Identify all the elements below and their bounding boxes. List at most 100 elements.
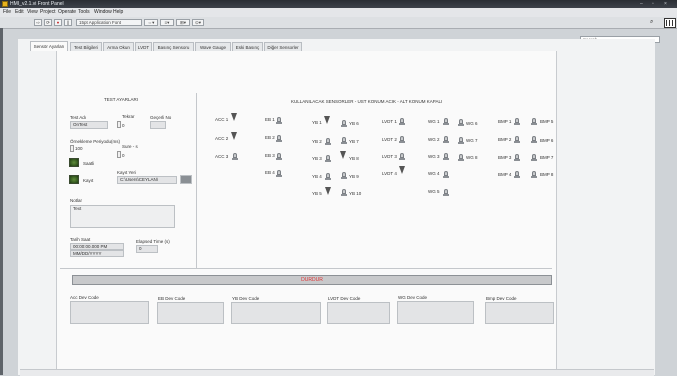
menu-edit[interactable]: Edit <box>15 9 24 16</box>
notlar-textarea[interactable]: Text <box>70 205 175 228</box>
gecerli-no-label: Geçerli No <box>150 115 172 120</box>
tab-test-bilgileri[interactable]: Test Bilgileri <box>70 42 102 51</box>
bmp-4-switch[interactable] <box>514 171 520 178</box>
acc-1-switch[interactable] <box>231 113 237 121</box>
search-icon[interactable]: ⌕ <box>650 19 653 26</box>
yb-2-switch[interactable] <box>325 138 331 145</box>
bmp-6-switch[interactable] <box>531 136 537 143</box>
wg-5-switch[interactable] <box>443 189 449 196</box>
close-button[interactable]: × <box>664 1 667 7</box>
saatli-led[interactable] <box>69 158 79 167</box>
tab-basinc-sensoru[interactable]: Basınç Sensoru <box>153 42 194 51</box>
tab-arma-okun[interactable]: Arma Okun <box>103 42 134 51</box>
bmp-1-switch[interactable] <box>514 118 520 125</box>
acc-2-switch[interactable] <box>231 132 237 140</box>
maximize-button[interactable]: ▫ <box>652 1 654 7</box>
sure-spinner[interactable] <box>117 151 121 158</box>
resize-icon[interactable]: ⊞▾ <box>176 19 190 26</box>
yb-1-switch[interactable] <box>324 116 330 124</box>
bmp-8-switch[interactable] <box>531 171 537 178</box>
eb-3-label: EB 3 <box>265 153 275 158</box>
kayit-yeri-path[interactable]: C:\Users\CEYLAN\ <box>117 176 177 184</box>
tekrar-value[interactable]: 0 <box>122 123 125 128</box>
wg-4-switch[interactable] <box>443 171 449 178</box>
bmp-3-switch[interactable] <box>514 154 520 161</box>
lvdt-2-switch[interactable] <box>399 136 405 143</box>
yb-8-switch[interactable] <box>340 151 346 159</box>
sure-value[interactable]: 0 <box>122 153 125 158</box>
app-icon <box>2 1 8 7</box>
wg-6-switch[interactable] <box>458 119 464 126</box>
elapsed-time-label: Elapsed Time (s) <box>136 239 170 244</box>
wg-dev-code-display <box>397 301 474 324</box>
run-arrow-icon[interactable]: ⇨ <box>34 19 42 26</box>
wg-2-label: WG 2 <box>428 137 440 142</box>
bmp-dev-code-label: Bmp Dev Code <box>486 296 517 301</box>
menu-window[interactable]: Window <box>94 9 112 16</box>
eb-2-switch[interactable] <box>276 135 282 142</box>
eb-3-switch[interactable] <box>276 153 282 160</box>
ornekleme-spinner[interactable] <box>70 145 74 152</box>
eb-4-switch[interactable] <box>276 170 282 177</box>
lvdt-1-label: LVDT 1 <box>382 119 397 124</box>
kayit-yeri-label: Kayıt Yeri <box>117 170 137 175</box>
yb-9-switch[interactable] <box>341 172 347 179</box>
bmp-3-label: BMP 3 <box>498 155 512 160</box>
bmp-2-switch[interactable] <box>514 136 520 143</box>
reorder-icon[interactable]: ⊙▾ <box>192 19 204 26</box>
notlar-label: Notlar <box>70 198 83 203</box>
acc-3-switch[interactable] <box>232 153 238 160</box>
yb-6-switch[interactable] <box>341 120 347 127</box>
wg-7-label: WG 7 <box>466 138 478 143</box>
distribute-icon[interactable]: ≡▾ <box>160 19 174 26</box>
lvdt-1-switch[interactable] <box>399 118 405 125</box>
connector-pane-icon[interactable] <box>664 18 676 28</box>
browse-folder-icon[interactable] <box>180 175 192 184</box>
wg-3-switch[interactable] <box>443 153 449 160</box>
tab-sensor-ayarlari[interactable]: Sensör Ayarları <box>30 41 68 51</box>
test-adi-input[interactable]: OnTest <box>70 121 108 129</box>
durdur-button[interactable]: DURDUR <box>72 275 552 285</box>
minimize-button[interactable]: – <box>640 1 643 7</box>
bmp-2-label: BMP 2 <box>498 137 512 142</box>
eb-1-switch[interactable] <box>276 117 282 124</box>
yb-4-switch[interactable] <box>325 173 331 180</box>
font-select[interactable]: 15pt Application Font <box>76 19 142 26</box>
kayit-led[interactable] <box>69 175 79 184</box>
align-icon[interactable]: ⇔▾ <box>144 19 158 26</box>
menu-help[interactable]: Help <box>113 9 123 16</box>
tab-eski-basinc[interactable]: Eski Basınç <box>232 42 263 51</box>
yb-5-switch[interactable] <box>325 187 331 195</box>
tekrar-spinner[interactable] <box>117 121 121 128</box>
tab-diger-sensorler[interactable]: Diğer Sensorler <box>264 42 302 51</box>
yb-8-label: YB 8 <box>349 156 359 161</box>
yb-5-label: YB 5 <box>312 191 322 196</box>
menu-operate[interactable]: Operate <box>58 9 76 16</box>
menu-file[interactable]: File <box>3 9 11 16</box>
bmp-6-label: BMP 6 <box>540 138 554 143</box>
lvdt-3-switch[interactable] <box>399 153 405 160</box>
menu-tools[interactable]: Tools <box>78 9 90 16</box>
yb-7-switch[interactable] <box>341 137 347 144</box>
wg-7-switch[interactable] <box>458 137 464 144</box>
lvdt-4-switch[interactable] <box>399 166 405 174</box>
yb-3-switch[interactable] <box>325 155 331 162</box>
menu-project[interactable]: Project <box>40 9 56 16</box>
wg-1-switch[interactable] <box>443 118 449 125</box>
tab-lvdt[interactable]: LVDT <box>135 42 152 51</box>
wg-2-switch[interactable] <box>443 136 449 143</box>
eb-dev-code-display <box>157 302 224 324</box>
yb-dev-code-display <box>231 302 321 324</box>
tab-wave-gauge[interactable]: Wave Gauge <box>195 42 231 51</box>
lvdt-dev-code-display <box>327 302 390 324</box>
pause-icon[interactable]: ∥ <box>64 19 72 26</box>
run-continuous-icon[interactable]: ⟳ <box>44 19 52 26</box>
abort-icon[interactable]: ● <box>54 19 62 26</box>
menu-view[interactable]: View <box>27 9 38 16</box>
bmp-5-switch[interactable] <box>531 118 537 125</box>
wg-8-switch[interactable] <box>458 154 464 161</box>
elapsed-time-value: 0 <box>136 245 158 253</box>
ornekleme-value[interactable]: 100 <box>75 146 83 151</box>
yb-10-switch[interactable] <box>341 189 347 196</box>
bmp-7-switch[interactable] <box>531 154 537 161</box>
